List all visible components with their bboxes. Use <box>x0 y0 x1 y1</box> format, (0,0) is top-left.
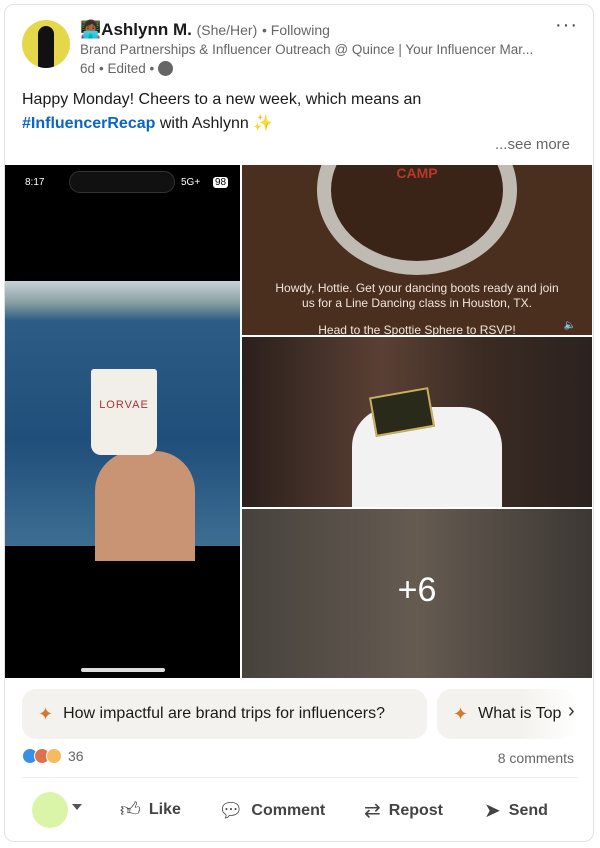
post-meta: 6d • Edited • <box>80 61 174 76</box>
more-options-button[interactable]: ··· <box>555 14 578 37</box>
phone-time: 8:17 <box>25 177 45 188</box>
suggestion-chip[interactable]: ✦ How impactful are brand trips for influ… <box>22 689 427 739</box>
media-photo-card[interactable] <box>242 337 592 507</box>
camp-logo: CAMP <box>396 165 438 181</box>
author-avatar[interactable] <box>22 20 70 68</box>
caret-down-icon[interactable] <box>72 804 82 815</box>
reactor-avatar[interactable] <box>32 792 68 828</box>
see-more-link[interactable]: ...see more <box>495 136 570 153</box>
like-label: Like <box>148 801 181 818</box>
repost-label: Repost <box>388 801 443 819</box>
pronouns: (She/Her) <box>196 22 258 38</box>
media-more-photos[interactable]: +6 <box>242 509 592 678</box>
reactions-summary[interactable]: 36 <box>22 748 84 764</box>
hashtag-link[interactable]: #InfluencerRecap <box>22 115 155 132</box>
emoji: 👩🏾‍💻 <box>80 20 102 39</box>
comment-button[interactable]: 💬︎ Comment <box>218 798 325 823</box>
repost-button[interactable]: ⇄ Repost <box>364 798 443 823</box>
suggestion-label: What is Top <box>478 705 562 722</box>
sparkle-icon: ✦ <box>453 703 469 724</box>
thumbs-up-icon: 👍︎ <box>120 799 141 821</box>
insightful-reaction-icon <box>46 748 62 764</box>
reaction-count: 36 <box>68 748 84 764</box>
sea-photo: LORVAE <box>5 281 240 561</box>
post-text-line: with Ashlynn ✨ <box>155 115 274 132</box>
suggestion-chip[interactable]: ✦ What is Top <box>437 689 577 739</box>
more-photos-count: +6 <box>397 571 437 609</box>
author-headline: Brand Partnerships & Influencer Outreach… <box>80 42 534 57</box>
cup-brand: LORVAE <box>91 369 157 455</box>
sparkle-icon: ✦ <box>38 703 54 724</box>
action-bar: 👍︎ Like 💬︎ Comment ⇄ Repost ➤ Send <box>0 788 600 832</box>
volume-icon[interactable]: 🔈 <box>564 320 576 331</box>
author-name[interactable]: 👩🏾‍💻Ashlynn M. (She/Her) • Following <box>80 20 330 40</box>
globe-icon <box>158 61 174 76</box>
send-icon: ➤ <box>484 800 501 822</box>
post-time: 6d <box>80 61 96 76</box>
following-status: • Following <box>262 22 330 38</box>
like-button[interactable]: 👍︎ Like <box>120 798 181 822</box>
promo-text: Howdy, Hottie. Get your dancing boots re… <box>275 281 559 310</box>
edited-label: • Edited • <box>99 61 155 76</box>
home-indicator <box>81 668 165 672</box>
post-text: Happy Monday! Cheers to a new week, whic… <box>22 88 562 136</box>
post-text-line: Happy Monday! Cheers to a new week, whic… <box>22 91 422 108</box>
battery-level: 98 <box>213 177 229 188</box>
sheriff-badge-image <box>317 165 517 275</box>
divider <box>22 777 578 778</box>
chevron-right-icon[interactable]: › <box>568 700 575 723</box>
media-phone-video[interactable]: 8:17 5G+ 98 LORVAE <box>5 165 240 678</box>
comment-label: Comment <box>251 801 326 819</box>
media-promo[interactable]: CAMP Howdy, Hottie. Get your dancing boo… <box>242 165 592 335</box>
author-name-text: Ashlynn M. <box>101 20 192 39</box>
repost-icon: ⇄ <box>364 800 381 822</box>
comment-icon: 💬︎ <box>218 800 244 822</box>
send-button[interactable]: ➤ Send <box>484 798 548 823</box>
send-label: Send <box>508 801 548 819</box>
suggestion-label: How impactful are brand trips for influe… <box>63 705 386 722</box>
dynamic-island <box>69 171 175 193</box>
comments-count-link[interactable]: 8 comments <box>498 750 574 766</box>
network-label: 5G+ <box>181 177 201 188</box>
promo-rsvp: Head to the Spottie Sphere to RSVP! <box>318 323 516 335</box>
